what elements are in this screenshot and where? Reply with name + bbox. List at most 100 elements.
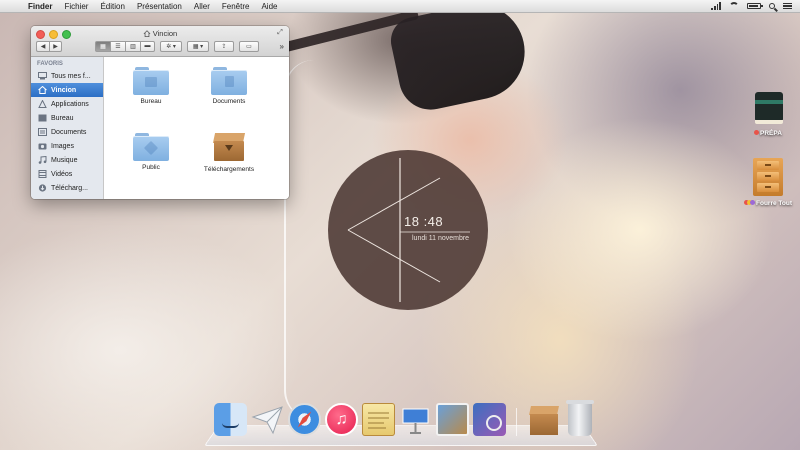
finder-window[interactable]: Vincion ⤢ ◀ ▶ ▦ ☰ ▥ ▬ ✲ ▾ ▦ ▾ ⇪ ▭ » FAVO… [31,26,289,199]
menu-aller[interactable]: Aller [188,2,216,11]
desktop-item-label: PRÉPA [760,130,782,137]
filing-cabinet-icon [753,158,783,196]
file-label: Téléchargements [203,166,255,173]
spotlight-search-icon[interactable] [769,3,775,9]
purple-tag-icon [750,200,755,205]
sidebar-heading: FAVORIS [37,61,63,67]
dock: ♫ [214,400,596,436]
coverflow-view-button[interactable]: ▬ [140,40,155,52]
tags-button[interactable]: ▭ [239,40,259,52]
share-button[interactable]: ⇪ [214,40,234,52]
dock-iphoto-icon[interactable] [436,403,469,436]
menu-bar: Finder Fichier Édition Présentation Alle… [0,0,800,13]
clock-widget [328,150,488,310]
dock-notes-icon[interactable] [362,403,395,436]
sidebar-item-label: Musique [51,156,78,164]
sidebar-item-images[interactable]: Images [31,139,103,153]
clock-decoration [347,158,470,302]
dock-itunes-icon[interactable]: ♫ [325,403,358,436]
menu-presentation[interactable]: Présentation [131,2,188,11]
dock-trash-icon[interactable] [566,400,594,436]
battery-icon[interactable] [747,3,763,9]
view-mode-buttons: ▦ ☰ ▥ ▬ [95,40,155,52]
dock-preview-icon[interactable] [473,403,506,436]
red-tag-icon [754,130,760,135]
list-view-button[interactable]: ☰ [110,40,125,52]
desktop-icon [38,114,47,122]
sidebar-item-all-files[interactable]: Tous mes f... [31,69,103,83]
sidebar-item-label: Télécharg... [51,184,88,192]
file-item-public[interactable]: Public [116,133,186,171]
menu-fichier[interactable]: Fichier [58,2,94,11]
menu-app-name[interactable]: Finder [22,2,58,11]
finder-toolbar: ◀ ▶ ▦ ☰ ▥ ▬ ✲ ▾ ▦ ▾ ⇪ ▭ » [36,40,284,52]
menu-aide[interactable]: Aide [255,2,283,11]
signal-icon[interactable] [711,2,721,10]
dock-safari-icon[interactable] [288,403,321,436]
file-item-telechargements[interactable]: Téléchargements [194,131,264,173]
sidebar-item-home[interactable]: Vincion [31,83,103,97]
clock-time: 18 :48 [404,214,444,229]
sidebar-item-musique[interactable]: Musique [31,153,103,167]
nav-buttons: ◀ ▶ [36,40,62,52]
desktop-item-fourre-tout[interactable]: Fourre Tout [736,158,800,207]
wifi-icon[interactable] [729,2,739,10]
finder-sidebar: FAVORIS Tous mes f... Vincion Applicatio… [31,57,104,199]
file-item-bureau[interactable]: Bureau [116,67,186,105]
all-files-icon [38,72,47,80]
menu-extras [711,2,800,10]
window-title: Vincion [31,29,289,38]
sidebar-item-label: Tous mes f... [51,72,91,80]
desktop-item-label-row: Fourre Tout [736,200,800,207]
desktop-item-prepa[interactable]: PRÉPA [736,92,800,137]
camera-icon [38,142,47,150]
back-button[interactable]: ◀ [36,40,49,52]
sidebar-item-applications[interactable]: Applications [31,97,103,111]
sidebar-item-label: Documents [51,128,87,136]
file-label: Bureau [140,98,162,105]
box-downloads-icon [211,131,247,163]
action-menu-button[interactable]: ✲ ▾ [160,40,182,52]
dock-separator [516,408,517,436]
arrange-menu-button[interactable]: ▦ ▾ [187,40,209,52]
sidebar-item-videos[interactable]: Vidéos [31,167,103,181]
window-title-text: Vincion [152,29,178,38]
menu-fenetre[interactable]: Fenêtre [216,2,256,11]
notebook-icon [752,92,784,126]
icon-view-button[interactable]: ▦ [95,40,110,52]
file-item-documents[interactable]: Documents [194,67,264,105]
download-icon [38,184,47,192]
sidebar-item-label: Vincion [51,86,77,94]
toolbar-overflow-icon[interactable]: » [280,42,284,51]
sidebar-item-label: Applications [51,100,89,108]
finder-content: Bureau Documents Public Téléchargements [104,57,289,199]
sidebar-item-telechargements[interactable]: Télécharg... [31,181,103,195]
forward-button[interactable]: ▶ [49,40,62,52]
file-label: Documents [212,98,246,105]
home-icon [38,86,47,94]
documents-icon [38,128,47,136]
file-label: Public [142,164,160,171]
dock-keynote-icon[interactable] [399,403,432,436]
folder-documents-icon [211,67,247,95]
music-icon [38,156,47,164]
dock-downloads-stack-icon[interactable] [527,403,560,436]
sidebar-item-label: Vidéos [51,170,73,178]
sidebar-item-label: Bureau [51,114,74,122]
dock-finder-icon[interactable] [214,403,247,436]
dock-mail-icon[interactable] [251,403,284,436]
sidebar-item-bureau[interactable]: Bureau [31,111,103,125]
notification-center-icon[interactable] [783,2,792,10]
sidebar-item-label: Images [51,142,74,150]
folder-public-icon [133,133,169,161]
desktop-item-label: Fourre Tout [756,200,792,207]
finder-titlebar[interactable]: Vincion ⤢ ◀ ▶ ▦ ☰ ▥ ▬ ✲ ▾ ▦ ▾ ⇪ ▭ » [31,26,289,57]
fullscreen-icon[interactable]: ⤢ [276,29,284,37]
home-icon [143,30,151,37]
menu-edition[interactable]: Édition [94,2,130,11]
column-view-button[interactable]: ▥ [125,40,140,52]
folder-desktop-icon [133,67,169,95]
sidebar-item-documents[interactable]: Documents [31,125,103,139]
desktop-item-label-row: PRÉPA [736,130,800,137]
clock-date: lundi 11 novembre [412,235,470,242]
